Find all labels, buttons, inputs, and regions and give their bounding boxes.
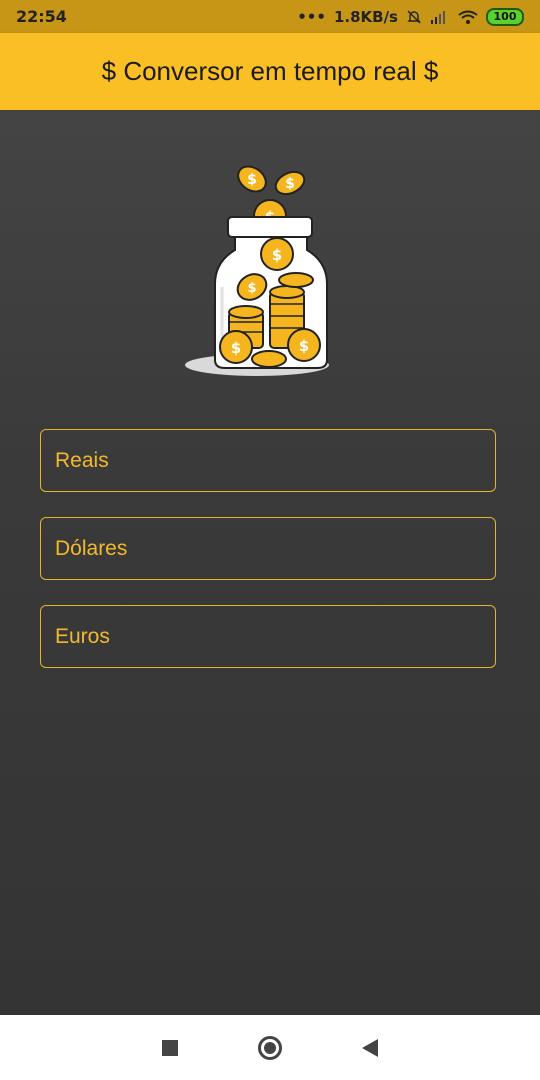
main-content: $ $ $ $ $ $ Reais Dólares Euros bbox=[0, 110, 540, 1015]
svg-text:$: $ bbox=[231, 339, 241, 357]
status-icons: ••• 1.8KB/s 100 bbox=[297, 7, 524, 26]
svg-text:$: $ bbox=[272, 246, 282, 264]
navigation-bar bbox=[0, 1015, 540, 1080]
network-speed: 1.8KB/s bbox=[333, 7, 398, 26]
status-time: 22:54 bbox=[16, 7, 67, 26]
svg-text:$: $ bbox=[285, 176, 295, 192]
wifi-icon bbox=[458, 10, 478, 24]
coin-jar-illustration: $ $ $ $ $ $ bbox=[185, 165, 329, 376]
svg-text:$: $ bbox=[247, 172, 257, 188]
dolares-input[interactable] bbox=[41, 518, 495, 579]
bell-off-icon bbox=[407, 10, 421, 23]
flying-coin-icon: $ $ bbox=[237, 165, 306, 196]
euros-input[interactable] bbox=[41, 606, 495, 667]
status-bar: 22:54 ••• 1.8KB/s 100 bbox=[0, 0, 540, 33]
back-icon[interactable] bbox=[362, 1038, 378, 1057]
svg-text:$: $ bbox=[247, 281, 256, 296]
signal-icon bbox=[431, 10, 445, 24]
euros-field[interactable] bbox=[40, 605, 496, 668]
dots-icon: ••• bbox=[297, 7, 326, 26]
svg-text:$: $ bbox=[299, 337, 309, 355]
reais-field[interactable] bbox=[40, 429, 496, 492]
battery-icon: 100 bbox=[486, 7, 524, 26]
page-title: $ Conversor em tempo real $ bbox=[101, 56, 439, 86]
app-bar: $ Conversor em tempo real $ bbox=[0, 33, 540, 110]
dolares-field[interactable] bbox=[40, 517, 496, 580]
recent-apps-icon[interactable] bbox=[162, 1039, 178, 1056]
reais-input[interactable] bbox=[41, 430, 495, 491]
home-icon[interactable] bbox=[258, 1035, 282, 1060]
